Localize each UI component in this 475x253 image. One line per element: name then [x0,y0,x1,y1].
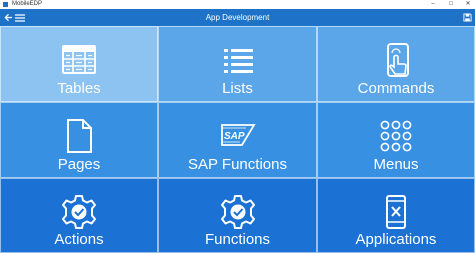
tile-functions[interactable]: Functions [158,178,317,253]
gear-check-icon [220,195,255,229]
tile-actions[interactable]: Actions [0,178,158,253]
tile-lists[interactable]: Lists [158,26,317,102]
tile-label: Tables [57,80,101,97]
page-icon [67,119,92,153]
list-icon [223,49,253,73]
tile-label: SAP Functions [188,156,287,173]
tile-applications[interactable]: Applications [317,178,475,253]
page-title: App Development [205,13,270,22]
grid-dots-icon [380,120,412,152]
save-button[interactable] [460,9,474,26]
tile-label: Lists [222,80,253,97]
maximize-button[interactable]: □ [446,0,456,9]
tile-label: Pages [57,156,101,173]
window-title: MobileEDP [12,1,43,7]
tile-label: Applications [355,231,437,248]
table-icon [62,45,96,74]
close-button[interactable]: ✕ [463,0,473,9]
tile-label: Actions [54,231,104,248]
gear-check-icon [62,195,96,229]
tile-tables[interactable]: Tables [0,26,158,102]
save-icon [462,13,472,22]
tile-sap-functions[interactable]: SAP SAP Functions [158,102,317,178]
app-bar: App Development [0,9,475,26]
tile-label: Menus [373,156,419,173]
app-logo-icon [3,2,8,7]
svg-text:SAP: SAP [224,131,245,142]
tile-label: Commands [357,80,435,97]
tile-pages[interactable]: Pages [0,102,158,178]
phone-x-icon [386,195,406,229]
minimize-button[interactable]: – [428,0,438,9]
tile-grid: Tables Lists Commands Pages SAP SAP Func… [0,26,475,253]
tile-menus[interactable]: Menus [317,102,475,178]
sap-logo-icon: SAP [220,124,256,146]
touch-phone-icon [387,43,409,77]
tile-commands[interactable]: Commands [317,26,475,102]
tile-label: Functions [204,231,271,248]
window-titlebar: MobileEDP – □ ✕ [0,0,475,9]
